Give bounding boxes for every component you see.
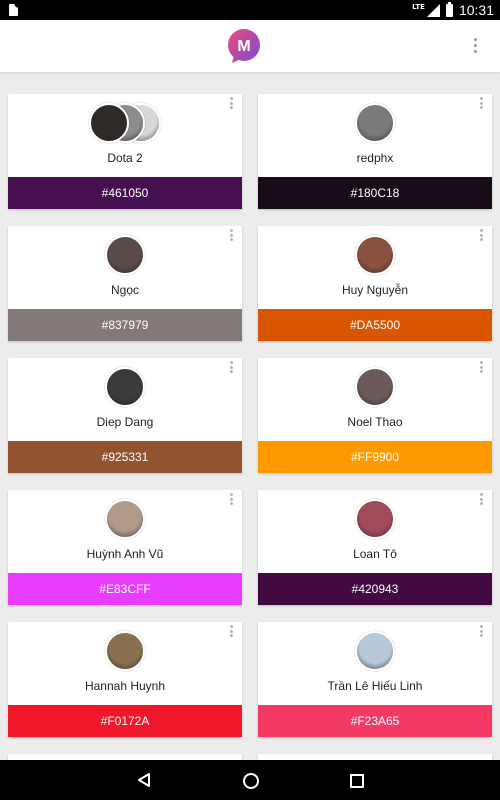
contact-name: Hannah Huynh (84, 679, 166, 693)
avatar (355, 367, 395, 407)
battery-icon (445, 1, 453, 17)
signal-icon (426, 3, 440, 17)
hex-code: #837979 (101, 318, 149, 332)
avatar (105, 235, 145, 275)
conversation-card[interactable]: Hannah Huynh #F0172A (8, 622, 242, 737)
conversation-card[interactable]: Trần Lê Hiếu Linh #F23A65 (258, 622, 492, 737)
color-swatch[interactable]: #180C18 (258, 177, 492, 209)
color-swatch[interactable]: #FF9900 (258, 441, 492, 473)
status-bar: LTE 10:31 (0, 0, 500, 20)
conversation-card[interactable]: Loan Tô #420943 (258, 490, 492, 605)
contact-name: redphx (356, 151, 394, 165)
avatar-group (258, 499, 492, 539)
contact-name: Huy Nguyễn (341, 283, 409, 297)
color-swatch[interactable]: #F23A65 (258, 705, 492, 737)
network-type: LTE (412, 3, 425, 11)
avatar (355, 499, 395, 539)
conversation-card[interactable]: Ngọc #837979 (8, 226, 242, 341)
conversation-card[interactable]: Huỳnh Anh Vũ #E83CFF (8, 490, 242, 605)
app-bar: M (0, 20, 500, 72)
contact-name: Noel Thao (347, 415, 403, 429)
avatar-group (258, 367, 492, 407)
hex-code: #DA5500 (349, 318, 401, 332)
avatar-group (8, 499, 242, 539)
conversation-card[interactable]: Diep Dang #925331 (8, 358, 242, 473)
hex-code: #F0172A (100, 714, 150, 728)
navigation-bar (0, 760, 500, 800)
avatar-group (258, 235, 492, 275)
messenger-logo-icon[interactable]: M (226, 28, 262, 64)
avatar (355, 103, 395, 143)
avatar (105, 499, 145, 539)
avatar (355, 235, 395, 275)
color-swatch[interactable]: #925331 (8, 441, 242, 473)
hex-code: #F23A65 (350, 714, 400, 728)
color-swatch[interactable]: #461050 (8, 177, 242, 209)
contact-name: Diep Dang (96, 415, 154, 429)
contact-name: Huỳnh Anh Vũ (86, 547, 164, 561)
avatar-group (258, 103, 492, 143)
avatar-group (8, 367, 242, 407)
logo-letter: M (237, 38, 250, 55)
hex-code: #FF9900 (350, 450, 400, 464)
hex-code: #461050 (101, 186, 149, 200)
recent-apps-icon[interactable] (350, 774, 364, 788)
color-swatch[interactable]: #420943 (258, 573, 492, 605)
conversation-card[interactable]: redphx #180C18 (258, 94, 492, 209)
overflow-menu-icon[interactable] (468, 38, 482, 56)
contact-name: Dota 2 (107, 151, 143, 165)
hex-code: #925331 (101, 450, 149, 464)
conversation-card[interactable]: Dota 2 #461050 (8, 94, 242, 209)
hex-code: #420943 (351, 582, 399, 596)
avatar (89, 103, 129, 143)
avatar-group (8, 103, 242, 143)
avatar (105, 367, 145, 407)
avatar (355, 631, 395, 671)
back-icon[interactable] (137, 773, 151, 787)
avatar-group (8, 235, 242, 275)
home-icon[interactable] (243, 773, 259, 789)
avatar-group (258, 631, 492, 671)
color-swatch[interactable]: #F0172A (8, 705, 242, 737)
color-swatch[interactable]: #837979 (8, 309, 242, 341)
color-swatch[interactable]: #E83CFF (8, 573, 242, 605)
conversation-card[interactable]: Huy Nguyễn #DA5500 (258, 226, 492, 341)
hex-code: #180C18 (350, 186, 400, 200)
status-time: 10:31 (458, 2, 494, 18)
avatar (105, 631, 145, 671)
conversation-card[interactable]: Noel Thao #FF9900 (258, 358, 492, 473)
avatar-group (8, 631, 242, 671)
contact-name: Loan Tô (353, 547, 397, 561)
contact-name: Trần Lê Hiếu Linh (327, 679, 423, 693)
contact-name: Ngọc (110, 283, 139, 297)
color-swatch[interactable]: #DA5500 (258, 309, 492, 341)
hex-code: #E83CFF (99, 582, 151, 596)
sim-card-icon (9, 4, 18, 16)
